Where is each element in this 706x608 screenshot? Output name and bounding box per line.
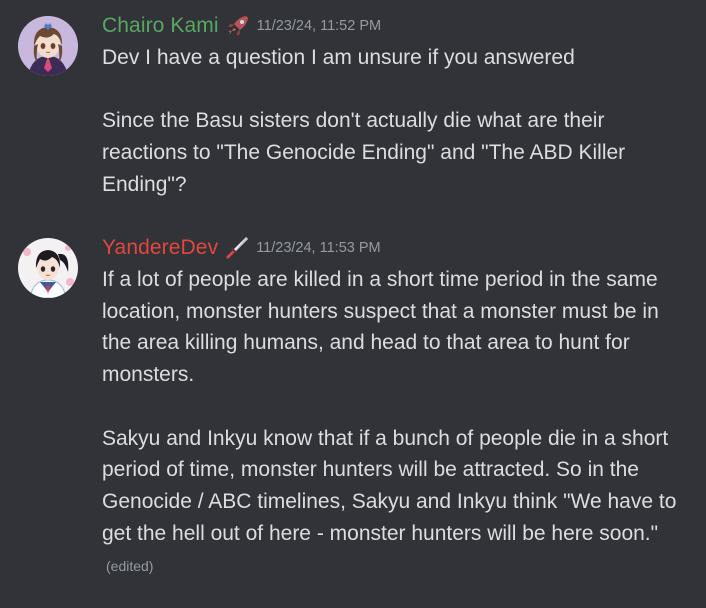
edited-label[interactable]: (edited) — [106, 558, 153, 574]
rocket-icon — [225, 13, 251, 39]
message-paragraph: Sakyu and Inkyu know that if a bunch of … — [102, 426, 677, 545]
username[interactable]: YandereDev — [102, 236, 218, 260]
timestamp[interactable]: 11/23/24, 11:53 PM — [256, 240, 380, 256]
avatar[interactable] — [18, 238, 78, 298]
message-header: YandereDev 11/23/24, 11:53 PM — [102, 232, 690, 264]
chat-message-list: Chairo Kami 11/23/24, 11:52 PM Dev I hav… — [0, 0, 706, 608]
message-paragraph: If a lot of people are killed in a short… — [102, 268, 659, 387]
username[interactable]: Chairo Kami — [102, 14, 219, 38]
avatar[interactable] — [18, 16, 78, 76]
knife-icon — [224, 235, 250, 261]
message-paragraph: Dev I have a question I am unsure if you… — [102, 46, 575, 69]
message-body: If a lot of people are killed in a short… — [102, 264, 690, 583]
message-body: Dev I have a question I am unsure if you… — [102, 42, 690, 201]
message-header: Chairo Kami 11/23/24, 11:52 PM — [102, 10, 690, 42]
message-paragraph: Since the Basu sisters don't actually di… — [102, 109, 626, 196]
timestamp[interactable]: 11/23/24, 11:52 PM — [257, 18, 381, 34]
